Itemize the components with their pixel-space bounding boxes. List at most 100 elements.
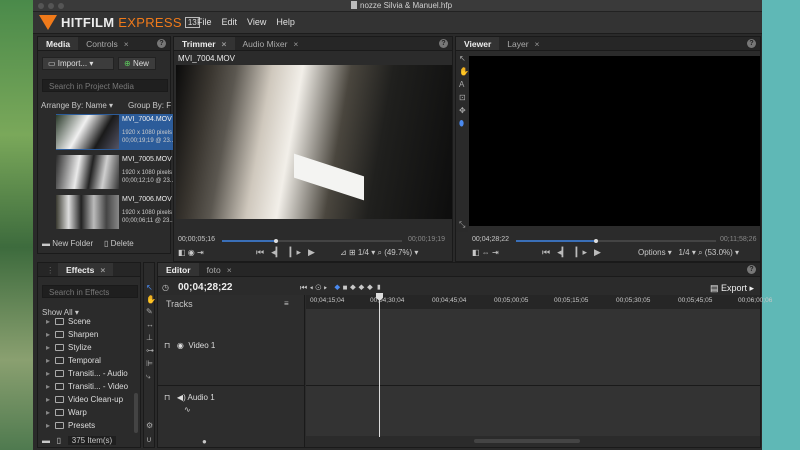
loop-icon[interactable]: ◧	[472, 248, 480, 257]
zoom-icon[interactable]: ⌕	[377, 248, 381, 257]
mask-tool-icon[interactable]: ⬮	[459, 119, 464, 129]
hand-tool-icon[interactable]: ✋	[459, 67, 469, 76]
help-icon[interactable]: ?	[439, 39, 448, 48]
effect-category[interactable]: ▸ Scene	[46, 317, 91, 326]
trimmer-playhead-knob[interactable]	[274, 239, 278, 243]
step-back-icon[interactable]: ◂▎	[271, 247, 282, 258]
video-track-header[interactable]: ⊓ ◉ Video 1	[164, 341, 215, 350]
effects-search-input[interactable]: Search in Effects	[42, 285, 138, 298]
new-folder-button[interactable]: ▬ New Folder	[42, 239, 93, 248]
media-search-input[interactable]: Search in Project Media	[42, 79, 168, 92]
insert-icon[interactable]: ⇥	[492, 248, 499, 257]
timeline-ruler[interactable]: 00;04;15;04 00;04;30;04 00;04;45;04 00;0…	[306, 295, 772, 309]
collapsed-tab[interactable]: ⋮	[38, 263, 58, 276]
close-icon[interactable]: ×	[124, 39, 129, 49]
mark-in-icon[interactable]: ◧	[178, 248, 186, 257]
media-item[interactable]: MVI_7006.MOV 1920 x 1080 pixels 00;00;06;…	[56, 194, 176, 230]
play-icon[interactable]: ▶	[308, 247, 315, 258]
play-icon[interactable]: ▶	[594, 247, 601, 258]
tab-audio-mixer[interactable]: Audio Mixer ×	[235, 37, 307, 50]
roll-tool-icon[interactable]: ⊫	[146, 359, 153, 368]
effect-category[interactable]: ▸ Temporal	[46, 356, 101, 365]
skip-start-icon[interactable]: ⏮	[300, 283, 307, 292]
text-tool-icon[interactable]: A	[459, 80, 464, 89]
keyframe-icon[interactable]: ◆	[358, 283, 364, 292]
media-item[interactable]: MVI_7005.MOV 1920 x 1080 pixels 00;00;12;…	[56, 154, 176, 190]
help-icon[interactable]: ?	[157, 39, 166, 48]
group-by-dropdown[interactable]: Group By: F	[128, 101, 171, 110]
viewer-canvas[interactable]	[469, 56, 760, 226]
step-back-icon[interactable]: ◂▎	[557, 247, 568, 258]
tab-viewer[interactable]: Viewer	[456, 37, 500, 50]
tab-controls[interactable]: Controls ×	[78, 37, 137, 50]
zoom-slider[interactable]: ●	[202, 437, 207, 446]
lock-icon[interactable]: ⊓	[164, 393, 170, 402]
effect-category[interactable]: ▸ Warp	[46, 408, 87, 417]
close-icon[interactable]: ×	[293, 39, 298, 49]
trash-icon[interactable]: ▯	[57, 436, 61, 445]
import-button[interactable]: ▭ Import... ▾	[42, 57, 114, 70]
rate-tool-icon[interactable]: ⤷	[146, 372, 150, 382]
crop-tool-icon[interactable]: ⊡	[459, 93, 466, 102]
trimmer-scrub-bar[interactable]	[222, 239, 402, 243]
options-dropdown[interactable]: Options	[638, 248, 666, 257]
media-item[interactable]: MVI_7004.MOV 1920 x 1080 pixels 00;00;19;…	[56, 114, 176, 150]
trimmer-video-preview[interactable]	[176, 65, 452, 219]
step-forward-icon[interactable]: ▎▸	[576, 247, 587, 258]
video-track-lane[interactable]	[306, 309, 760, 385]
move-tool-icon[interactable]: ✥	[459, 106, 466, 115]
menu-file[interactable]: File	[197, 17, 212, 27]
new-button[interactable]: ⊕ New	[118, 57, 156, 70]
razor-tool-icon[interactable]: ✎	[146, 307, 153, 316]
waveform-icon[interactable]: ∿	[184, 405, 191, 414]
resolution-dropdown[interactable]: 1/4	[358, 248, 369, 257]
effect-category[interactable]: ▸ Transiti... - Audio	[46, 369, 128, 378]
effect-category[interactable]: ▸ Presets	[46, 421, 95, 430]
tab-trimmer[interactable]: Trimmer ×	[174, 37, 235, 50]
effect-category[interactable]: ▸ Video Clean-up	[46, 395, 123, 404]
select-tool-icon[interactable]: ↖	[146, 283, 153, 292]
tab-editor[interactable]: Editor	[158, 263, 199, 276]
step-forward-icon[interactable]: ▎▸	[290, 247, 301, 258]
close-icon[interactable]: ×	[227, 265, 232, 275]
tab-layer[interactable]: Layer ×	[499, 37, 547, 50]
tracks-menu-icon[interactable]: ≡	[284, 299, 289, 308]
slip-tool-icon[interactable]: ↔	[146, 320, 154, 329]
step-back-icon[interactable]: ◂	[309, 283, 313, 292]
audio-track-header[interactable]: ⊓ ◀) Audio 1	[164, 393, 215, 402]
close-icon[interactable]: ×	[535, 39, 540, 49]
keyframe-icon[interactable]: ◆	[350, 283, 356, 292]
zoom-icon[interactable]: ⌕	[698, 248, 702, 257]
effect-category[interactable]: ▸ Sharpen	[46, 330, 98, 339]
camera-icon[interactable]: ◉	[188, 248, 195, 257]
close-icon[interactable]: ×	[222, 39, 227, 49]
viewer-playhead-knob[interactable]	[594, 239, 598, 243]
timeline-scrollbar[interactable]	[474, 439, 580, 443]
marker-icon[interactable]: ▮	[375, 283, 381, 292]
zoom-dropdown[interactable]: (49.7%)	[384, 248, 412, 257]
audio-track-lane[interactable]	[306, 386, 760, 436]
keyframe-icon[interactable]: ◆	[334, 283, 340, 292]
hand-tool-icon[interactable]: ✋	[146, 295, 156, 304]
settings-gear-icon[interactable]: ⚙	[146, 421, 153, 430]
magnet-icon[interactable]: ∪	[146, 435, 152, 444]
folder-icon[interactable]: ▬	[42, 436, 50, 445]
close-icon[interactable]: ×	[100, 265, 105, 275]
viewer-scrub-bar[interactable]	[516, 239, 716, 243]
resize-icon[interactable]: ⤡	[459, 220, 465, 230]
tab-effects[interactable]: Effects ×	[58, 263, 114, 276]
menu-edit[interactable]: Edit	[222, 17, 238, 27]
select-tool-icon[interactable]: ↖	[459, 54, 466, 63]
editor-timecode[interactable]: 00;04;28;22	[178, 282, 232, 293]
menu-view[interactable]: View	[247, 17, 266, 27]
help-icon[interactable]: ?	[747, 39, 756, 48]
stop-icon[interactable]: ■	[343, 283, 348, 292]
effects-scrollbar[interactable]	[134, 393, 138, 433]
speaker-icon[interactable]: ◀)	[177, 393, 186, 402]
effect-category[interactable]: ▸ Transiti... - Video	[46, 382, 128, 391]
delete-button[interactable]: ▯ Delete	[104, 239, 134, 248]
skip-start-icon[interactable]: ⏮	[542, 247, 550, 258]
export-button[interactable]: ▤ Export ▸	[710, 283, 754, 294]
arrange-by-dropdown[interactable]: Arrange By: Name ▾	[41, 101, 113, 110]
tab-foto[interactable]: foto ×	[199, 263, 240, 276]
